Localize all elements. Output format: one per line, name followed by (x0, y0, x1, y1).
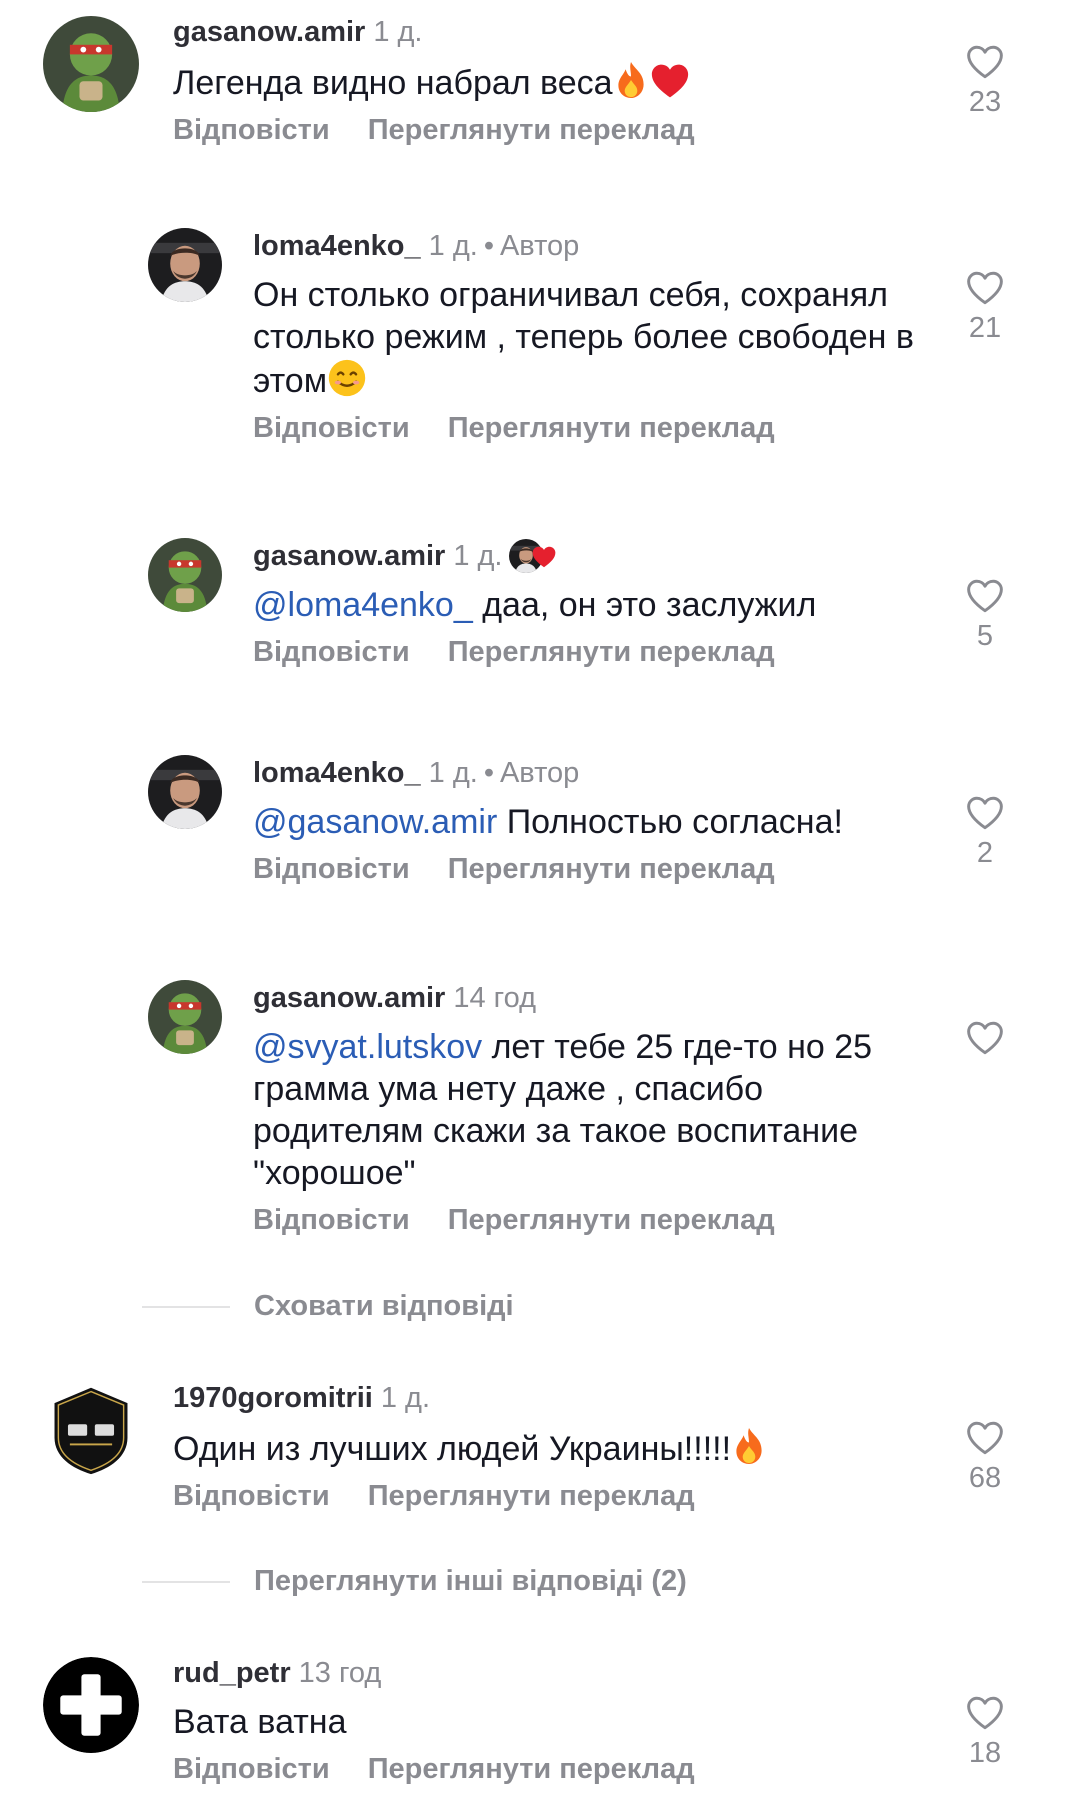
comment-time: 1 д. (428, 757, 478, 789)
avatar[interactable] (43, 16, 139, 112)
like-count: 5 (976, 620, 994, 652)
username[interactable]: gasanow.amir (173, 16, 365, 48)
like-button[interactable]: 2 (945, 795, 1025, 870)
translate-button[interactable]: Переглянути переклад (448, 853, 775, 885)
like-count: 23 (968, 86, 1002, 118)
red-heart-emoji-icon (531, 545, 557, 569)
heart-outline-icon (965, 1020, 1005, 1056)
like-count: 18 (968, 1737, 1002, 1769)
comment-text: Легенда видно набрал веса (173, 60, 930, 104)
translate-button[interactable]: Переглянути переклад (368, 114, 695, 146)
like-count: 21 (968, 312, 1002, 344)
reply-button[interactable]: Відповісти (253, 853, 410, 885)
heart-outline-icon (965, 578, 1005, 614)
translate-button[interactable]: Переглянути переклад (448, 412, 775, 444)
hide-replies-button[interactable]: Сховати відповіді (142, 1290, 514, 1323)
heart-outline-icon (965, 1695, 1005, 1731)
comment-time: 14 год (453, 982, 536, 1014)
author-badge: Автор (499, 757, 580, 789)
like-button[interactable] (945, 1020, 1025, 1056)
avatar[interactable] (43, 1382, 139, 1478)
avatar[interactable] (148, 538, 222, 612)
like-button[interactable]: 5 (945, 578, 1025, 653)
comment-text: Вата ватна (173, 1703, 347, 1741)
reply-button[interactable]: Відповісти (173, 1753, 330, 1785)
reply-button[interactable]: Відповісти (173, 114, 330, 146)
heart-outline-icon (965, 1420, 1005, 1456)
fire-emoji-icon (613, 60, 649, 100)
comment-text: Он столько ограничивал себя, сохранял ст… (253, 276, 914, 400)
reply-button[interactable]: Відповісти (253, 1204, 410, 1236)
like-count: 68 (968, 1462, 1002, 1494)
heart-outline-icon (965, 270, 1005, 306)
reply-button[interactable]: Відповісти (253, 636, 410, 668)
red-heart-emoji-icon (649, 62, 691, 100)
avatar[interactable] (148, 228, 222, 302)
translate-button[interactable]: Переглянути переклад (368, 1480, 695, 1512)
comment-time: 1 д. (380, 1382, 431, 1414)
translate-button[interactable]: Переглянути переклад (448, 1204, 775, 1236)
like-button[interactable]: 18 (945, 1695, 1025, 1770)
fire-emoji-icon (731, 1426, 767, 1466)
username[interactable]: loma4enko_ (253, 757, 421, 789)
username[interactable]: 1970goromitrii (173, 1382, 373, 1414)
username[interactable]: gasanow.amir (253, 540, 445, 572)
avatar[interactable] (43, 1657, 139, 1753)
reply-button[interactable]: Відповісти (253, 412, 410, 444)
like-count: 2 (976, 837, 994, 869)
mention-link[interactable]: @svyat.lutskov (253, 1028, 482, 1066)
view-more-replies-button[interactable]: Переглянути інші відповіді (2) (142, 1565, 687, 1598)
reply-button[interactable]: Відповісти (173, 1480, 330, 1512)
comment-text: @loma4enko_ даа, он это заслужил (253, 586, 817, 624)
heart-outline-icon (965, 795, 1005, 831)
comment-time: 1 д. (453, 540, 503, 572)
creator-liked-badge (509, 539, 569, 573)
translate-button[interactable]: Переглянути переклад (368, 1753, 695, 1785)
like-button[interactable]: 68 (945, 1420, 1025, 1495)
comment-text: Один из лучших людей Украины!!!!! (173, 1426, 930, 1470)
username[interactable]: rud_petr (173, 1657, 291, 1689)
comment-text: @svyat.lutskov лет тебе 25 где-то но 25 … (253, 1028, 873, 1192)
comment-text: @gasanow.amir Полностью согласна! (253, 803, 843, 841)
like-button[interactable]: 23 (945, 44, 1025, 119)
author-badge: Автор (499, 230, 580, 262)
like-button[interactable]: 21 (945, 270, 1025, 345)
smiling-emoji-icon (327, 358, 367, 398)
translate-button[interactable]: Переглянути переклад (448, 636, 775, 668)
mention-link[interactable]: @gasanow.amir (253, 803, 497, 841)
comment-time: 1 д. (428, 230, 478, 262)
avatar[interactable] (148, 980, 222, 1054)
comment-time: 13 год (298, 1657, 382, 1689)
comment-time: 1 д. (373, 16, 423, 48)
heart-outline-icon (965, 44, 1005, 80)
username[interactable]: loma4enko_ (253, 230, 421, 262)
mention-link[interactable]: @loma4enko_ (253, 586, 473, 624)
avatar[interactable] (148, 755, 222, 829)
username[interactable]: gasanow.amir (253, 982, 445, 1014)
